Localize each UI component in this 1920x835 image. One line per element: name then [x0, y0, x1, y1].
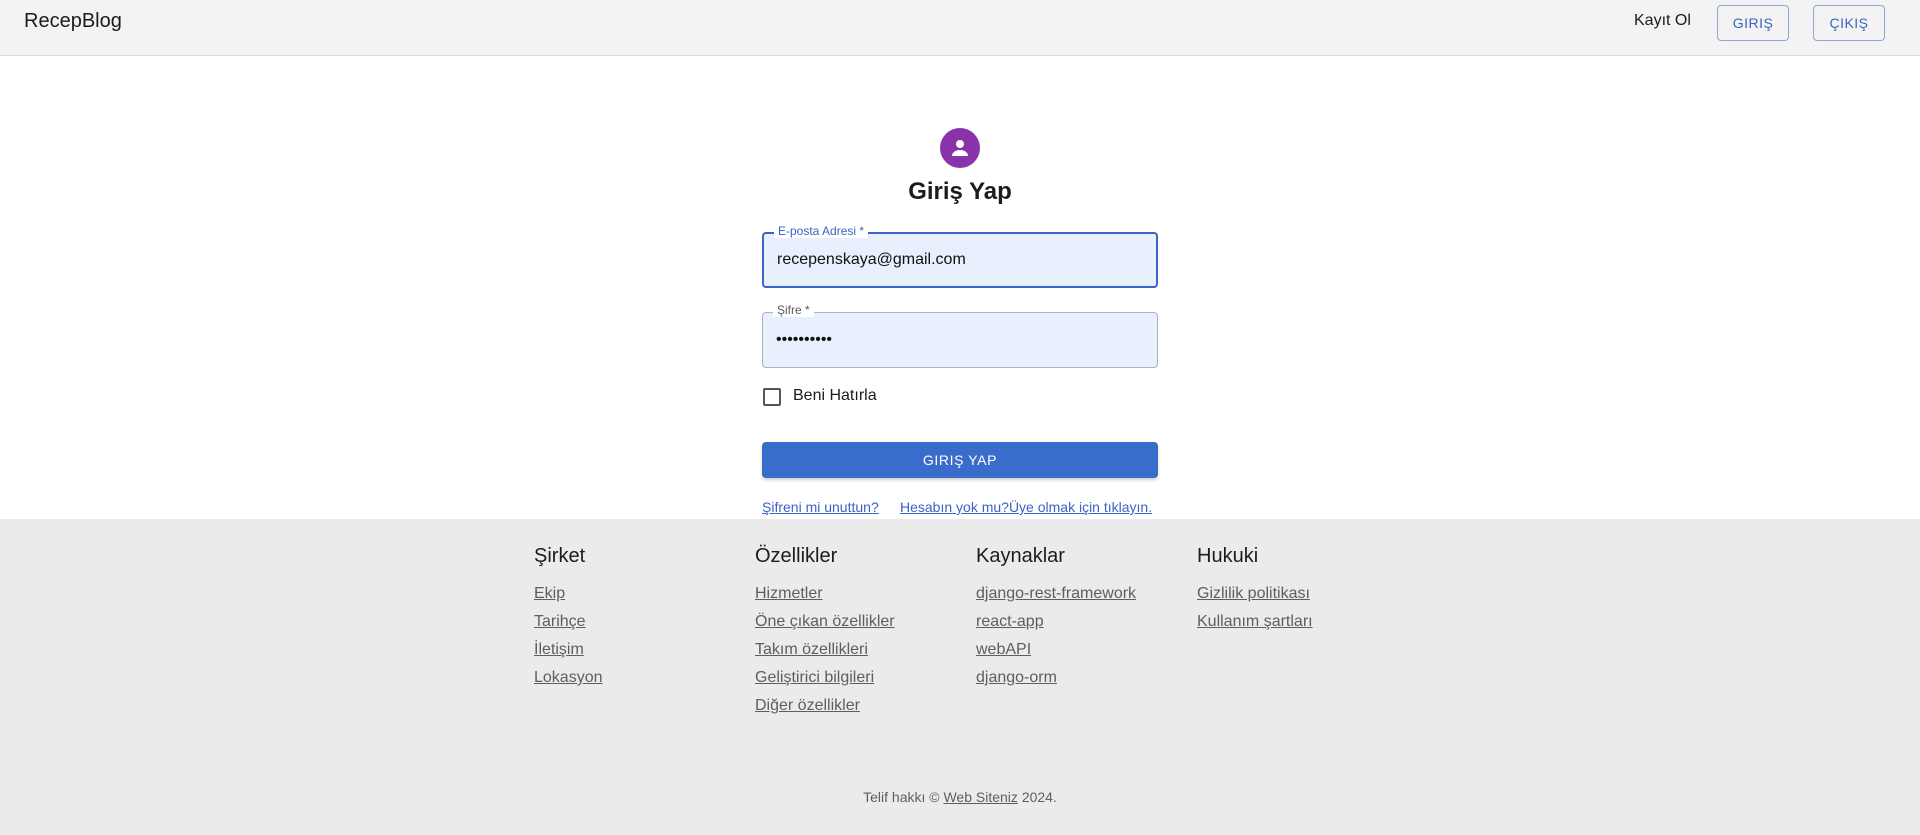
footer-column-company: Şirket Ekip Tarihçe İletişim Lokasyon: [534, 545, 603, 697]
footer-link-terms[interactable]: Kullanım şartları: [1197, 613, 1313, 630]
footer-column-title: Şirket: [534, 545, 586, 567]
copyright-site-link[interactable]: Web Siteniz: [943, 789, 1017, 805]
footer-link-developer-info[interactable]: Geliştirici bilgileri: [755, 669, 874, 686]
signup-link[interactable]: Hesabın yok mu?Üye olmak için tıklayın.: [900, 499, 1152, 515]
page-title: Giriş Yap: [908, 178, 1012, 205]
footer-link-team-features[interactable]: Takım özellikleri: [755, 641, 868, 658]
footer-link-drf[interactable]: django-rest-framework: [976, 585, 1136, 602]
remember-label[interactable]: Beni Hatırla: [793, 387, 877, 405]
footer-link-ekip[interactable]: Ekip: [534, 585, 565, 602]
footer-link-hizmetler[interactable]: Hizmetler: [755, 585, 823, 602]
footer-link-other-features[interactable]: Diğer özellikler: [755, 697, 860, 714]
email-input[interactable]: [777, 234, 1137, 286]
register-link[interactable]: Kayıt Ol: [1634, 12, 1691, 30]
footer-link-tarihce[interactable]: Tarihçe: [534, 613, 586, 630]
avatar: [940, 128, 980, 168]
submit-login-button[interactable]: GIRIŞ YAP: [762, 442, 1158, 478]
app-bar: RecepBlog Kayıt Ol GIRIŞ ÇIKIŞ: [0, 0, 1920, 56]
footer-link-iletisim[interactable]: İletişim: [534, 641, 584, 658]
login-button[interactable]: GIRIŞ: [1717, 5, 1789, 41]
footer-link-webapi[interactable]: webAPI: [976, 641, 1031, 658]
footer-column-title: Kaynaklar: [976, 545, 1065, 567]
footer-column-title: Hukuki: [1197, 545, 1259, 567]
footer-link-privacy[interactable]: Gizlilik politikası: [1197, 585, 1310, 602]
password-field[interactable]: Şifre *: [762, 303, 1158, 368]
copyright-year: 2024.: [1021, 789, 1057, 805]
footer-column-title: Özellikler: [755, 545, 838, 567]
password-input[interactable]: [776, 313, 1136, 367]
footer-link-featured[interactable]: Öne çıkan özellikler: [755, 613, 895, 630]
footer-column-legal: Hukuki Gizlilik politikası Kullanım şart…: [1197, 545, 1313, 641]
copyright: Telif hakkı © Web Siteniz 2024.: [0, 789, 1920, 805]
footer-column-features: Özellikler Hizmetler Öne çıkan özellikle…: [755, 545, 895, 725]
footer-link-django-orm[interactable]: django-orm: [976, 669, 1057, 686]
remember-checkbox[interactable]: [763, 388, 781, 406]
footer-link-lokasyon[interactable]: Lokasyon: [534, 669, 603, 686]
forgot-password-link[interactable]: Şifreni mi unuttun?: [762, 499, 879, 515]
footer-link-react-app[interactable]: react-app: [976, 613, 1044, 630]
footer: Şirket Ekip Tarihçe İletişim Lokasyon Öz…: [0, 519, 1920, 835]
footer-column-resources: Kaynaklar django-rest-framework react-ap…: [976, 545, 1136, 697]
copyright-prefix: Telif hakkı ©: [863, 789, 940, 805]
email-field[interactable]: E-posta Adresi *: [762, 224, 1158, 288]
brand-logo[interactable]: RecepBlog: [24, 10, 122, 33]
logout-button[interactable]: ÇIKIŞ: [1813, 5, 1885, 41]
